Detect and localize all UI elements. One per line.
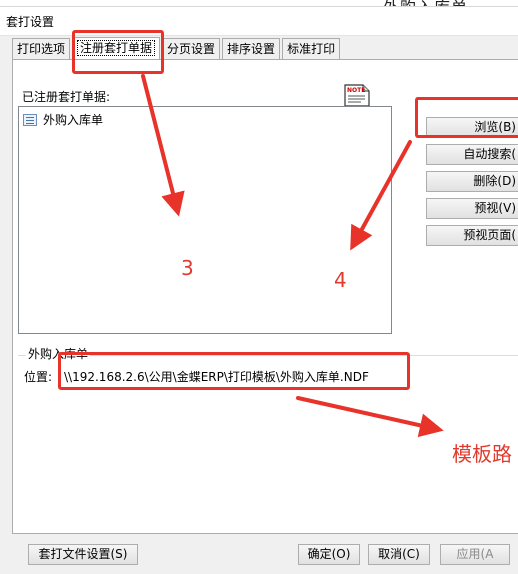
arrow-to-step3 [141, 74, 185, 217]
annotation-step3: 3 [181, 256, 194, 280]
arrow-to-step4 [350, 140, 412, 251]
annotation-arrows [141, 74, 444, 438]
annotation-template-path: 模板路 [452, 442, 512, 466]
arrow-to-template-path [296, 396, 444, 438]
annotation-step4: 4 [334, 268, 347, 292]
